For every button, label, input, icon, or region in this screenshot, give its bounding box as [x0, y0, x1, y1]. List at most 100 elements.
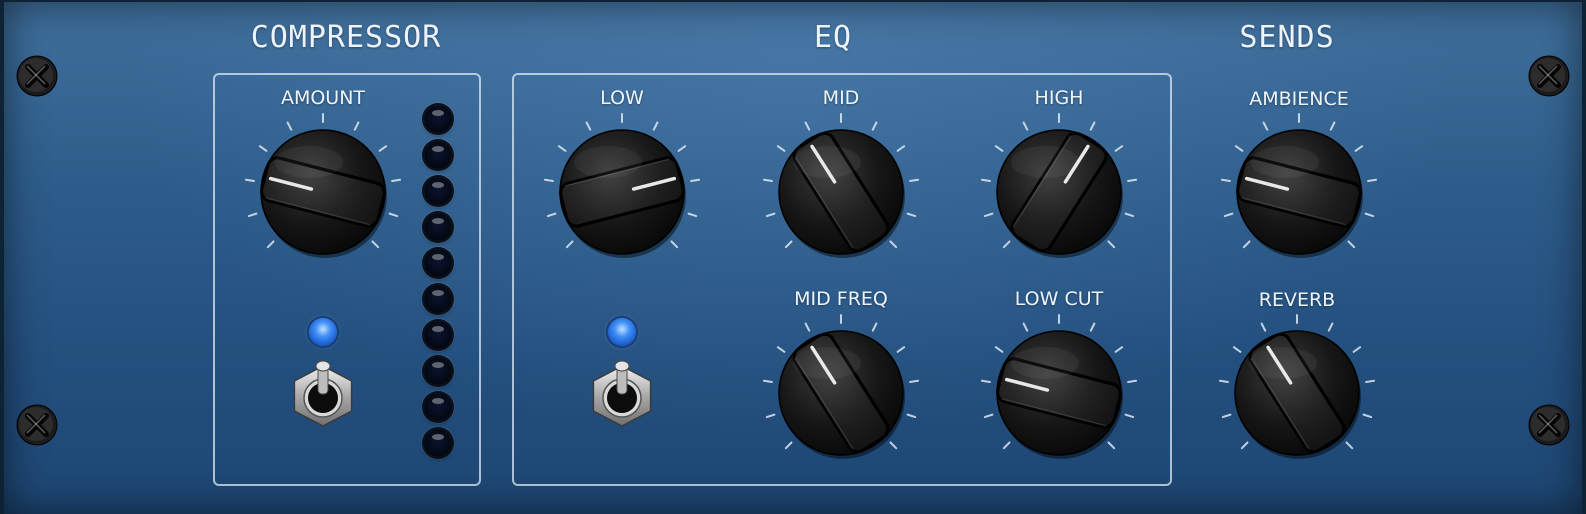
meter-led	[424, 213, 452, 241]
meter-led	[424, 357, 452, 385]
knob-tick	[1262, 121, 1269, 131]
toggle-switch-icon	[293, 360, 353, 427]
knob-tick	[1114, 346, 1124, 353]
knob-label-low-cut: LOW CUT	[1014, 288, 1104, 310]
fx-panel: COMPRESSOR EQ SENDS AMOUNT LOW MID HIGH …	[0, 0, 1586, 514]
meter-led	[424, 177, 452, 205]
knob-tick	[1365, 379, 1376, 384]
knob-graphic	[762, 314, 920, 459]
knob-tick	[1127, 379, 1138, 384]
knob-tick	[1240, 441, 1249, 450]
knob-label-amount: AMOUNT	[280, 87, 366, 109]
screw-icon	[1527, 54, 1571, 98]
knob-tick	[687, 212, 698, 218]
knob-tick	[1367, 178, 1378, 183]
knob-tick	[765, 413, 776, 419]
knob-graphic	[980, 314, 1138, 459]
knob-tick	[1362, 413, 1373, 419]
section-title-sends: SENDS	[1239, 20, 1335, 55]
knob-tick	[776, 346, 786, 353]
knob-tick	[784, 441, 793, 450]
knob-mid[interactable]	[761, 112, 921, 272]
knob-label-ambience: AMBIENCE	[1249, 88, 1349, 110]
knob-high[interactable]	[979, 112, 1139, 272]
knob-tick	[391, 178, 402, 183]
knob-tick	[1107, 240, 1116, 249]
knob-tick	[1089, 322, 1096, 332]
knob-reverb[interactable]	[1217, 313, 1377, 473]
meter-led	[424, 285, 452, 313]
knob-tick	[378, 145, 388, 152]
knob-tick	[765, 212, 776, 218]
knob-tick	[762, 379, 773, 384]
meter-led	[424, 141, 452, 169]
screw-icon	[15, 403, 59, 447]
knob-tick	[980, 379, 991, 384]
knob-low-cut[interactable]	[979, 313, 1139, 473]
knob-tick	[1242, 240, 1251, 249]
knob-tick	[565, 240, 574, 249]
knob-tick	[909, 379, 920, 384]
knob-tick	[1347, 240, 1356, 249]
knob-tick	[1352, 346, 1362, 353]
knob-tick	[1345, 441, 1354, 450]
meter-led	[424, 249, 452, 277]
knob-label-mid-freq: MID FREQ	[794, 288, 888, 310]
knob-tick	[1022, 121, 1029, 131]
knob-tick	[1221, 413, 1232, 419]
screw-head	[16, 55, 58, 97]
knob-tick	[371, 240, 380, 249]
knob-graphic	[762, 113, 920, 258]
section-title-eq: EQ	[813, 20, 853, 55]
knob-tick	[585, 121, 592, 131]
knob-tick	[1329, 121, 1336, 131]
knob-tick	[1354, 145, 1364, 152]
knob-graphic	[1218, 314, 1376, 459]
knob-tick	[909, 178, 920, 183]
knob-tick	[1327, 322, 1334, 332]
gain-reduction-meter	[424, 105, 452, 465]
knob-graphic	[980, 113, 1138, 258]
knob-tick	[1124, 212, 1135, 218]
toggle-switch-icon	[592, 360, 652, 427]
knob-label-high: HIGH	[1034, 87, 1084, 109]
knob-tick	[652, 121, 659, 131]
knob-tick	[896, 145, 906, 152]
knob-tick	[670, 240, 679, 249]
knob-amount[interactable]	[243, 112, 403, 272]
knob-ambience[interactable]	[1219, 112, 1379, 272]
knob-tick	[543, 178, 554, 183]
knob-tick	[889, 240, 898, 249]
knob-tick	[1022, 322, 1029, 332]
knob-tick	[1364, 212, 1375, 218]
knob-low[interactable]	[542, 112, 702, 272]
knob-tick	[776, 145, 786, 152]
knob-tick	[804, 121, 811, 131]
screw-head	[16, 404, 58, 446]
knob-label-reverb: REVERB	[1258, 289, 1336, 311]
knob-tick	[804, 322, 811, 332]
knob-tick	[1002, 441, 1011, 450]
knob-tick	[1234, 145, 1244, 152]
knob-tick	[871, 322, 878, 332]
knob-tick	[896, 346, 906, 353]
knob-tick	[1107, 441, 1116, 450]
knob-graphic	[244, 113, 402, 258]
meter-led	[424, 321, 452, 349]
eq-toggle-switch[interactable]	[586, 358, 658, 430]
knob-tick	[546, 212, 557, 218]
knob-mid-freq[interactable]	[761, 313, 921, 473]
knob-tick	[244, 178, 255, 183]
compressor-toggle-switch[interactable]	[287, 358, 359, 430]
compressor-status-led	[309, 318, 337, 346]
meter-led	[424, 105, 452, 133]
knob-label-mid: MID	[822, 87, 860, 109]
meter-led	[424, 393, 452, 421]
knob-tick	[266, 240, 275, 249]
eq-status-led	[608, 318, 636, 346]
knob-tick	[994, 145, 1004, 152]
knob-graphic	[543, 113, 701, 258]
knob-tick	[258, 145, 268, 152]
screw-icon	[1527, 403, 1571, 447]
knob-tick	[247, 212, 258, 218]
